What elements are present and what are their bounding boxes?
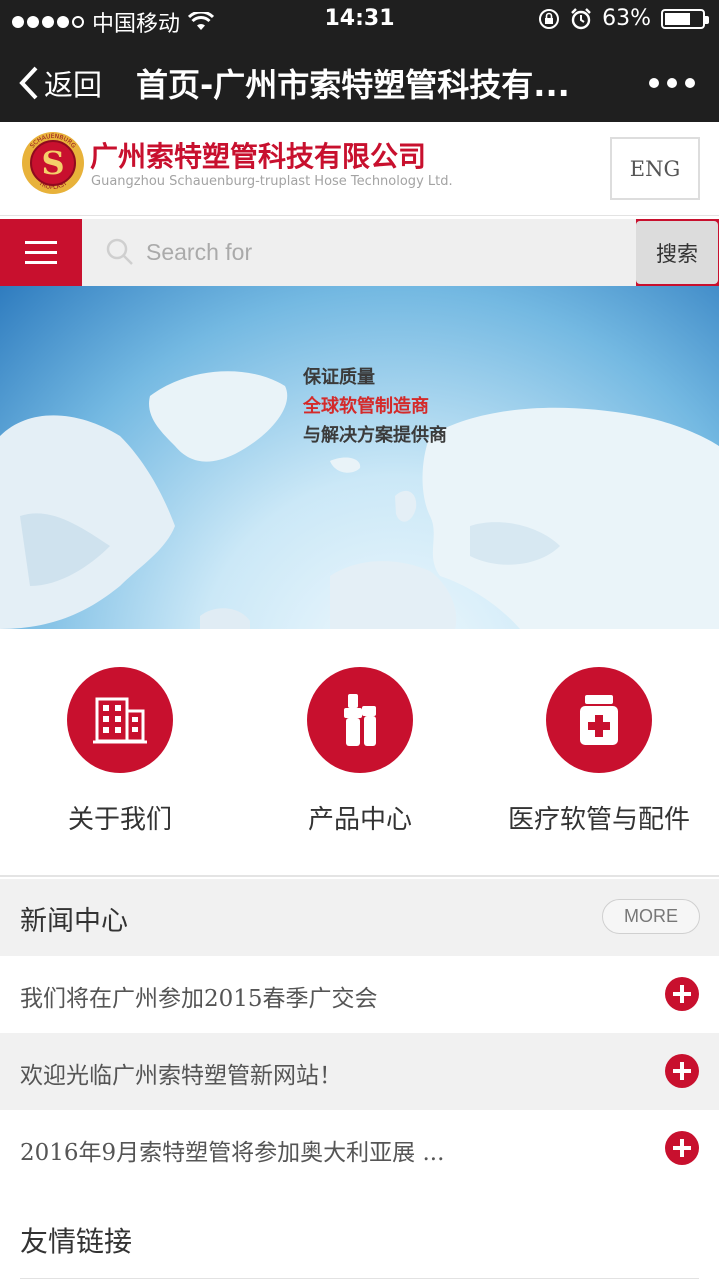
news-list-item[interactable]: 2016年9月索特塑管将参加奥大利亚展 ...	[0, 1110, 719, 1187]
news-item-title: 欢迎光临广州索特塑管新网站！	[20, 1063, 342, 1089]
back-label: 返回	[44, 68, 103, 102]
hose-fitting-icon	[344, 694, 376, 746]
news-list-item[interactable]: 我们将在广州参加2015春季广交会	[0, 956, 719, 1033]
news-item-title: 我们将在广州参加2015春季广交会	[20, 986, 378, 1012]
battery-icon	[661, 8, 709, 29]
logo-letter: S	[41, 144, 64, 182]
company-logo[interactable]: S SCHAUENBURG TRUPLAST	[20, 130, 86, 196]
building-icon	[93, 697, 147, 744]
company-name-en: Guangzhou Schauenburg-truplast Hose Tech…	[91, 174, 453, 189]
news-list-item[interactable]: 欢迎光临广州索特塑管新网站！	[0, 1033, 719, 1110]
search-input[interactable]	[146, 219, 606, 286]
plus-circle-icon[interactable]	[665, 1054, 699, 1088]
news-section-header: 新闻中心 MORE	[0, 879, 719, 956]
news-section-title: 新闻中心	[20, 906, 128, 937]
chevron-left-icon	[19, 66, 38, 100]
medicine-bottle-icon	[580, 695, 618, 745]
more-options-icon[interactable]	[649, 78, 695, 88]
category-label: 医疗软管与配件	[507, 805, 690, 835]
slogan-line-2: 全球软管制造商	[303, 396, 429, 417]
world-map-image	[0, 371, 719, 629]
friendly-links-title: 友情链接	[20, 1225, 133, 1258]
category-grid: 关于我们 产品中心 医疗软管与配件	[0, 629, 719, 877]
plus-circle-icon[interactable]	[665, 1131, 699, 1165]
rotation-lock-icon	[539, 8, 560, 29]
back-button[interactable]: 返回	[18, 62, 102, 104]
banner-slogan: 保证质量 全球软管制造商 与解决方案提供商	[303, 363, 447, 450]
nav-bar: 返回 首页-广州市索特塑管科技有...	[0, 40, 719, 122]
battery-percent: 63%	[602, 6, 651, 31]
search-button[interactable]: 搜索	[636, 221, 718, 284]
status-bar: 中国移动 14:31 63%	[0, 0, 719, 40]
news-item-title: 2016年9月索特塑管将参加奥大利亚展 ...	[20, 1140, 445, 1166]
search-icon	[106, 238, 133, 265]
slogan-line-3: 与解决方案提供商	[303, 425, 447, 446]
category-medical-hoses[interactable]: 医疗软管与配件	[479, 667, 719, 836]
news-more-button[interactable]: MORE	[602, 899, 700, 934]
plus-circle-icon[interactable]	[665, 977, 699, 1011]
category-products[interactable]: 产品中心	[240, 667, 480, 836]
language-switch-button[interactable]: ENG	[610, 137, 700, 200]
divider	[20, 1278, 699, 1279]
category-about-us[interactable]: 关于我们	[0, 667, 240, 836]
site-header: S SCHAUENBURG TRUPLAST 广州索特塑管科技有限公司 Guan…	[0, 122, 719, 216]
slogan-line-1: 保证质量	[303, 367, 375, 388]
search-bar: 搜索	[0, 219, 719, 286]
page-title: 首页-广州市索特塑管科技有...	[136, 66, 570, 104]
category-label: 产品中心	[307, 805, 412, 835]
alarm-icon	[571, 7, 591, 29]
company-name-cn: 广州索特塑管科技有限公司	[90, 140, 427, 173]
friendly-links-section: 友情链接	[0, 1186, 719, 1280]
category-label: 关于我们	[67, 805, 172, 835]
hamburger-menu-icon[interactable]	[0, 219, 82, 286]
hero-banner[interactable]	[0, 286, 719, 629]
